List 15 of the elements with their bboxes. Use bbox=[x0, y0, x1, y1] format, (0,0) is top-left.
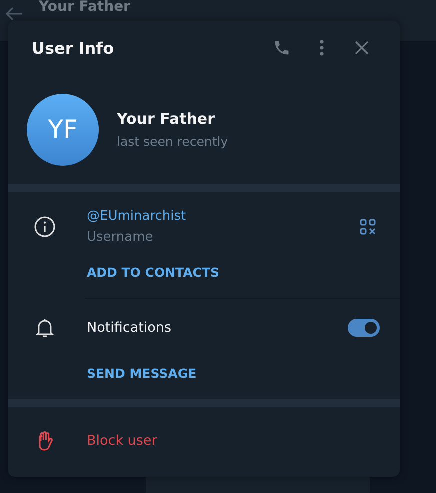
add-to-contacts-link[interactable]: ADD TO CONTACTS bbox=[87, 265, 220, 280]
user-name: Your Father bbox=[117, 110, 216, 128]
notifications-label: Notifications bbox=[87, 320, 172, 336]
notifications-toggle[interactable] bbox=[348, 319, 380, 337]
user-status: last seen recently bbox=[117, 134, 228, 149]
chat-title: Your Father bbox=[39, 0, 130, 14]
back-arrow-icon[interactable] bbox=[5, 6, 23, 22]
send-message-link[interactable]: SEND MESSAGE bbox=[87, 366, 197, 381]
dialog-title: User Info bbox=[32, 38, 116, 58]
block-user-button[interactable]: Block user bbox=[87, 433, 158, 449]
username-label: Username bbox=[87, 230, 154, 245]
username[interactable]: @EUminarchist bbox=[87, 209, 348, 224]
info-icon bbox=[34, 216, 56, 238]
avatar: YF bbox=[27, 94, 99, 166]
bell-icon bbox=[36, 318, 54, 338]
